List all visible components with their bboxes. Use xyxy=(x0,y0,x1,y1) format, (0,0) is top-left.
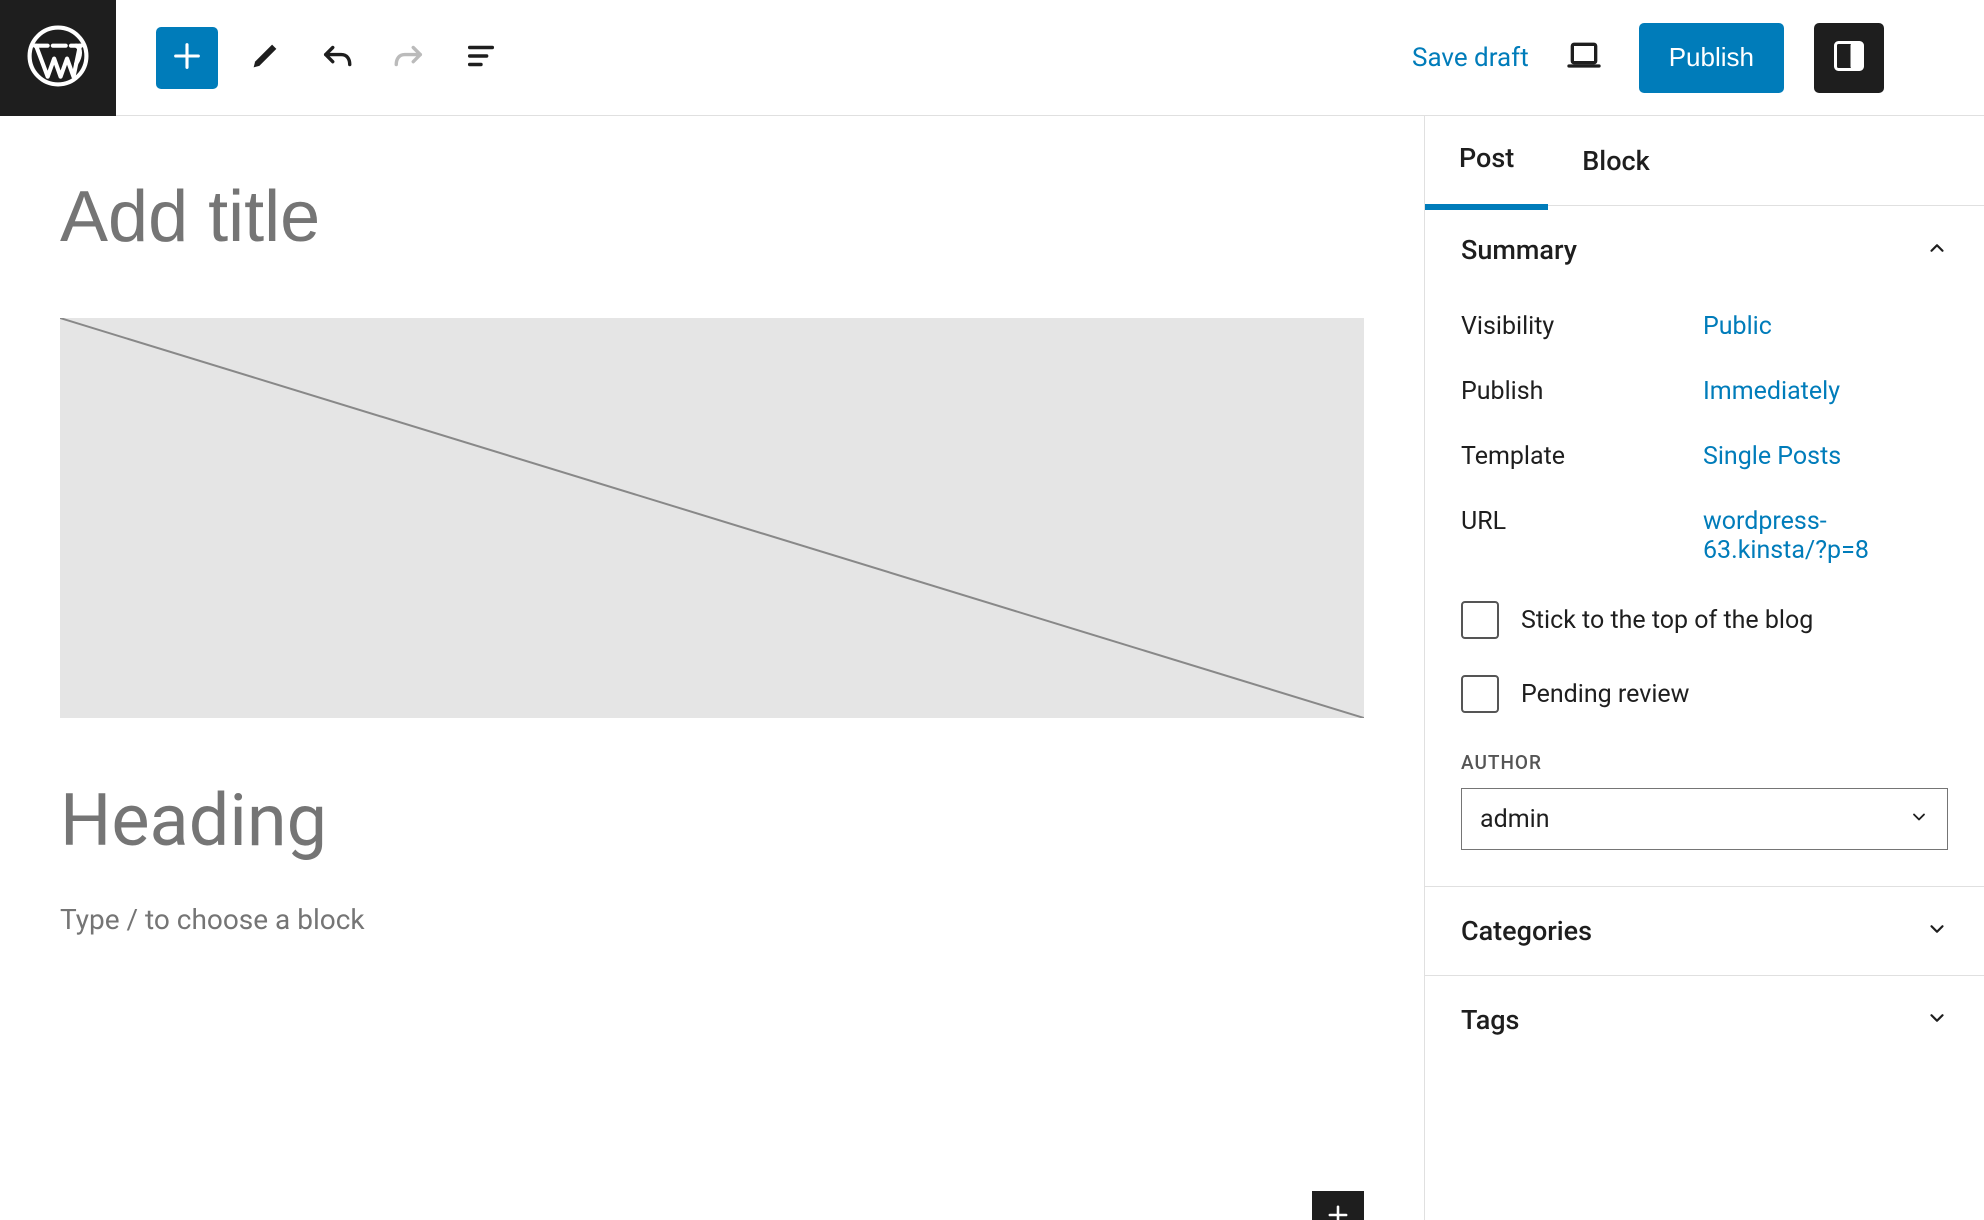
tags-panel-toggle[interactable]: Tags xyxy=(1425,976,1984,1064)
author-select-value: admin xyxy=(1480,805,1550,834)
editor-topbar: Save draft Publish xyxy=(0,0,1984,116)
summary-panel: Summary Visibility Public Publish Immedi… xyxy=(1425,206,1984,887)
plus-icon xyxy=(1324,1201,1352,1220)
inline-add-block-button[interactable] xyxy=(1312,1191,1364,1220)
tab-post[interactable]: Post xyxy=(1425,116,1548,210)
save-draft-button[interactable]: Save draft xyxy=(1412,43,1529,73)
sidebar-panel-icon xyxy=(1831,38,1867,78)
tab-block[interactable]: Block xyxy=(1548,116,1683,207)
chevron-down-icon xyxy=(1909,805,1929,834)
chevron-up-icon xyxy=(1926,234,1948,266)
toolbar-left xyxy=(116,27,506,89)
categories-panel: Categories xyxy=(1425,887,1984,976)
undo-icon xyxy=(320,39,354,77)
categories-panel-toggle[interactable]: Categories xyxy=(1425,887,1984,975)
close-sidebar-button[interactable] xyxy=(1920,141,1960,181)
wordpress-logo-button[interactable] xyxy=(0,0,116,116)
chevron-down-icon xyxy=(1926,915,1948,947)
sidebar-tabs: Post Block xyxy=(1425,116,1984,206)
options-menu-button[interactable] xyxy=(1914,33,1954,83)
summary-title: Summary xyxy=(1461,234,1577,266)
add-block-button[interactable] xyxy=(156,27,218,89)
chevron-down-icon xyxy=(1926,1004,1948,1036)
list-icon xyxy=(464,39,498,77)
preview-button[interactable] xyxy=(1559,33,1609,83)
summary-panel-toggle[interactable]: Summary xyxy=(1425,206,1984,294)
sticky-label: Stick to the top of the blog xyxy=(1521,606,1813,635)
template-label: Template xyxy=(1461,442,1703,471)
heading-block[interactable]: Heading xyxy=(60,778,1364,863)
settings-sidebar-toggle[interactable] xyxy=(1814,23,1884,93)
visibility-value[interactable]: Public xyxy=(1703,312,1948,341)
publish-value[interactable]: Immediately xyxy=(1703,377,1948,406)
document-overview-button[interactable] xyxy=(456,33,506,83)
visibility-label: Visibility xyxy=(1461,312,1703,341)
tags-title: Tags xyxy=(1461,1004,1519,1036)
pending-review-checkbox[interactable] xyxy=(1461,675,1499,713)
undo-button[interactable] xyxy=(312,33,362,83)
plus-icon xyxy=(170,39,204,77)
post-title-input[interactable] xyxy=(60,176,1364,258)
template-value[interactable]: Single Posts xyxy=(1703,442,1948,471)
redo-button[interactable] xyxy=(384,33,434,83)
editor-canvas: Heading Type / to choose a block xyxy=(0,116,1424,1220)
tags-panel: Tags xyxy=(1425,976,1984,1064)
wordpress-logo-icon xyxy=(27,25,89,91)
sticky-checkbox[interactable] xyxy=(1461,601,1499,639)
url-label: URL xyxy=(1461,507,1703,565)
redo-icon xyxy=(392,39,426,77)
publish-button[interactable]: Publish xyxy=(1639,23,1784,93)
pencil-icon xyxy=(248,39,282,77)
categories-title: Categories xyxy=(1461,915,1592,947)
author-select[interactable]: admin xyxy=(1461,788,1948,850)
pending-review-label: Pending review xyxy=(1521,680,1689,709)
edit-mode-button[interactable] xyxy=(240,33,290,83)
image-block-placeholder[interactable] xyxy=(60,318,1364,718)
paragraph-block[interactable]: Type / to choose a block xyxy=(60,903,1364,936)
toolbar-right: Save draft Publish xyxy=(1412,23,1984,93)
author-heading: AUTHOR xyxy=(1461,751,1948,774)
settings-sidebar: Post Block Summary Visibility xyxy=(1424,116,1984,1220)
url-value[interactable]: wordpress-63.kinsta/?p=8 xyxy=(1703,507,1948,565)
publish-label: Publish xyxy=(1461,377,1703,406)
laptop-icon xyxy=(1564,36,1604,80)
